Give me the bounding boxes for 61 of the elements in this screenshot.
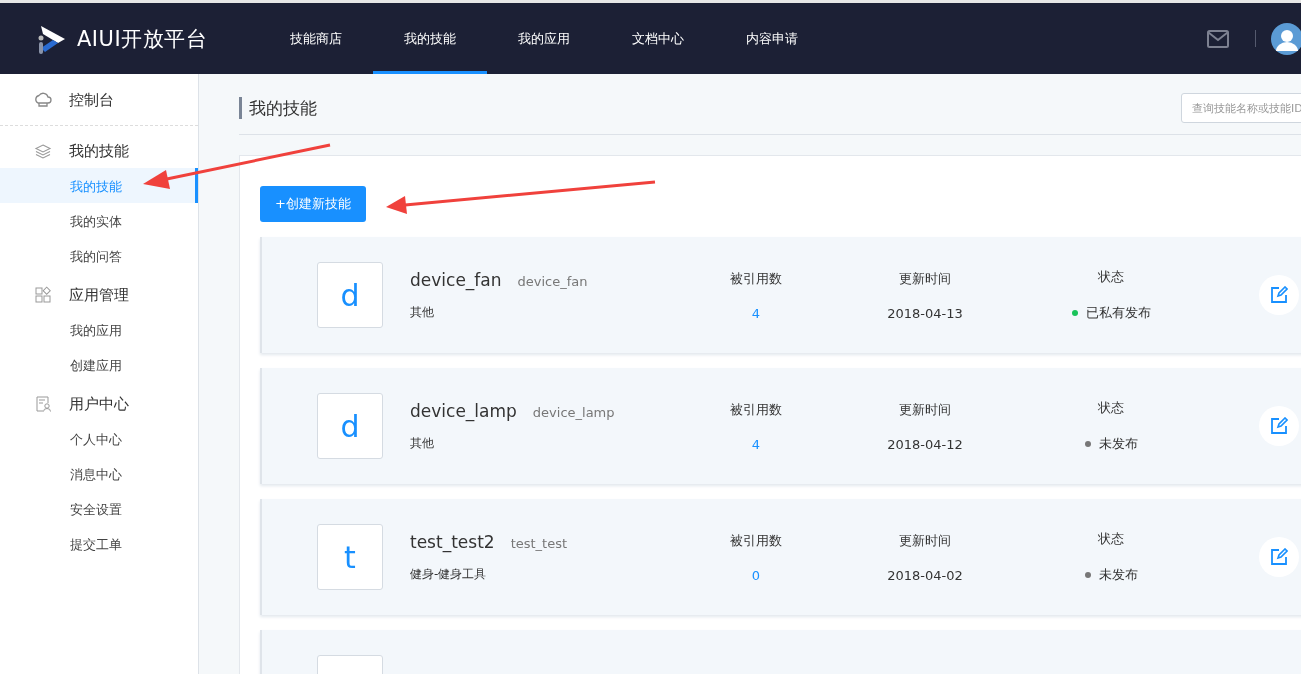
cloud-icon [34,91,52,109]
column-label: 状态 [1098,399,1124,417]
sidebar-group-title[interactable]: 用户中心 [69,394,129,414]
column-label: 更新时间 [899,531,951,550]
column-label: 状态 [1098,530,1124,548]
update-date: 2018-04-13 [887,305,963,321]
column-label: 更新时间 [899,400,951,419]
avatar-icon[interactable] [1271,22,1301,55]
sidebar-item[interactable]: 提交工单 [0,526,198,561]
skill-name[interactable]: device_lamp [410,400,517,421]
reference-count: 0 [751,567,761,583]
sidebar-item[interactable]: 消息中心 [0,456,198,491]
reference-count: 4 [751,305,761,321]
skill-avatar: d [317,262,383,328]
skill-id: device_fan [517,273,588,289]
column-label: 被引用数 [730,531,782,550]
skill-id: device_lamp [532,404,615,420]
edit-button[interactable] [1259,537,1299,577]
skill-avatar: t [317,524,383,590]
sidebar-item[interactable]: 我的应用 [0,312,198,347]
sidebar-item[interactable]: 安全设置 [0,491,198,526]
status-text: 未发布 [1098,435,1138,453]
sidebar-item[interactable]: 创建应用 [0,347,198,382]
user-card-icon [34,395,52,413]
column-label: 被引用数 [730,400,782,419]
layers-icon [34,142,52,160]
skill-category: 健身-健身工具 [410,565,488,583]
column-label: 更新时间 [899,269,951,288]
mail-icon[interactable] [1207,29,1229,48]
sidebar-item[interactable]: 控制台 [69,90,114,110]
edit-icon [1270,548,1288,566]
skill-name[interactable]: test_test2 [410,531,495,552]
sidebar-item[interactable]: 个人中心 [0,421,198,456]
page-title: 我的技能 [239,97,317,119]
update-date: 2018-04-12 [887,436,963,452]
column-label: 状态 [1098,268,1124,286]
skill-category: 其他 [410,434,435,452]
status-text: 已私有发布 [1085,304,1151,322]
sidebar-group-title[interactable]: 我的技能 [69,141,129,161]
skill-avatar: d [317,393,383,459]
skill-category: 其他 [410,303,435,321]
sidebar-item[interactable]: 我的问答 [0,238,198,273]
nav-tab[interactable]: 技能商店 [259,3,373,74]
edit-icon [1270,286,1288,304]
skill-name[interactable]: device_fan [410,269,502,290]
logo-text: AIUI开放平台 [77,25,208,53]
update-date: 2018-04-02 [887,567,963,583]
sidebar-item[interactable]: 我的实体 [0,203,198,238]
grid-icon [34,286,52,304]
edit-button[interactable] [1259,275,1299,315]
column-label: 被引用数 [730,269,782,288]
edit-button[interactable] [1259,406,1299,446]
status-text: 未发布 [1098,566,1138,584]
nav-tab[interactable]: 我的技能 [373,3,487,74]
edit-icon [1270,417,1288,435]
skill-id: test_test [510,535,568,551]
reference-count: 4 [751,436,761,452]
sidebar-group-title[interactable]: 应用管理 [69,285,129,305]
nav-tab[interactable]: 内容申请 [715,3,829,74]
nav-tab[interactable]: 我的应用 [487,3,601,74]
nav-tab[interactable]: 文档中心 [601,3,715,74]
